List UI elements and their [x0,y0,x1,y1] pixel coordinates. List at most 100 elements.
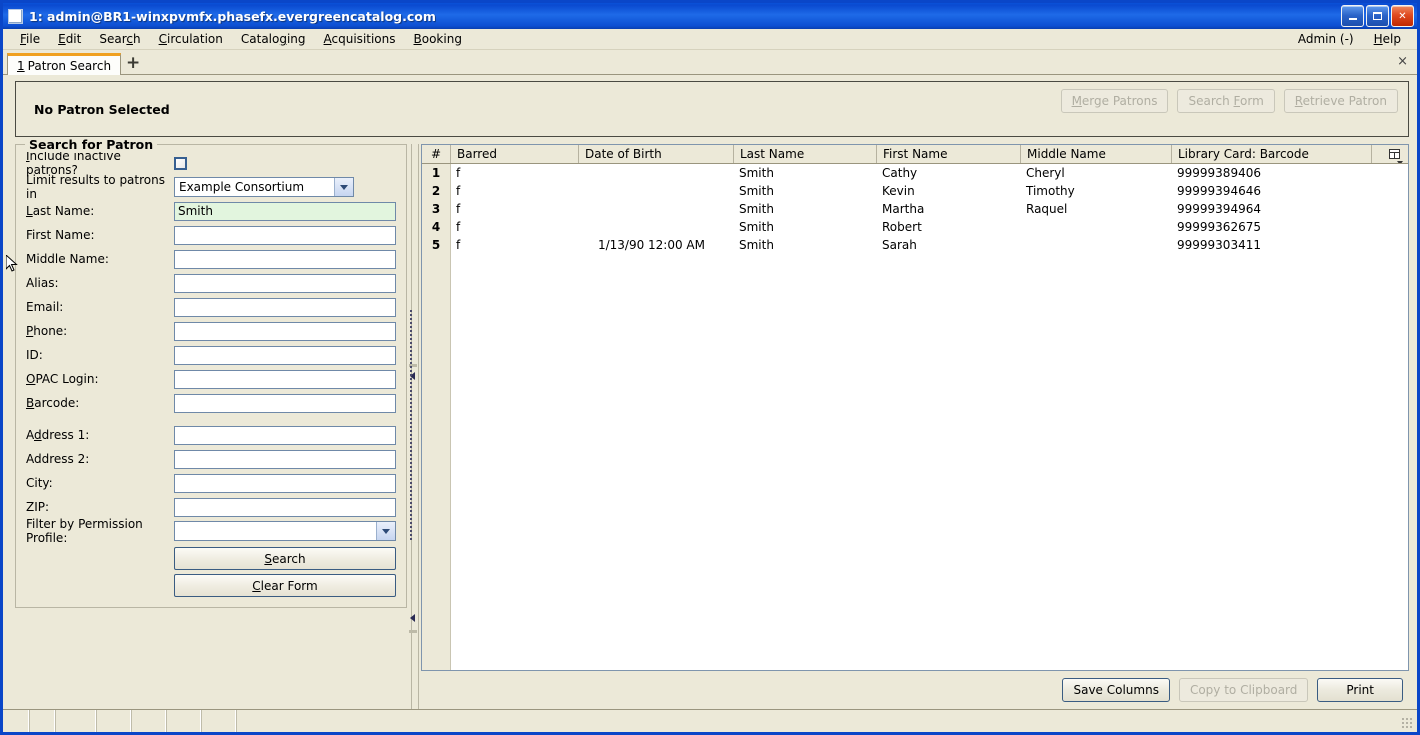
maximize-button[interactable] [1366,5,1389,27]
status-cell-6 [166,710,201,732]
opac-login-label: OPAC Login: [26,372,99,386]
splitter-nub-bottom [409,630,417,633]
retrieve-patron-button[interactable]: Retrieve Patron [1283,89,1398,113]
search-for-patron-fieldset: Search for Patron Include inactive patro… [15,137,407,608]
cell-num: 2 [431,184,441,198]
menu-circulation[interactable]: Circulation [150,30,232,48]
resize-grip[interactable] [1401,717,1414,730]
print-button[interactable]: Print [1317,678,1403,702]
menu-cataloging[interactable]: Cataloging [232,30,315,48]
new-tab-button[interactable]: + [121,52,145,74]
last-name-row: Last Name: [26,199,396,223]
cell-barred: f [456,184,461,198]
merge-patrons-button[interactable]: Merge Patrons [1060,89,1169,113]
cell-first: Sarah [882,238,917,252]
limit-results-label: Limit results to patrons in [26,173,165,201]
city-input[interactable] [174,473,396,493]
last-name-label: Last Name: [26,204,95,218]
cell-first: Martha [882,202,925,216]
id-input[interactable] [174,345,396,365]
cell-num: 4 [431,220,441,234]
column-header-last-name[interactable]: Last Name [733,145,876,163]
chevron-down-icon [376,522,395,540]
cell-barred: f [456,238,461,252]
splitter-expand-icon[interactable] [410,614,415,622]
permission-profile-select[interactable] [174,521,396,541]
org-unit-select[interactable]: Example Consortium [174,177,354,197]
column-header-barred[interactable]: Barred [450,145,578,163]
address1-input[interactable] [174,425,396,445]
results-grid-body: 1 f Smith Cathy Cheryl 99999389406 2 f Smith Kevi… [422,164,1408,670]
menu-edit[interactable]: Edit [49,30,90,48]
title-bar: 1: admin@BR1-winxpvmfx.phasefx.evergreen… [3,3,1417,29]
status-cell-4 [96,710,131,732]
cell-middle: Cheryl [1026,166,1065,180]
column-header-library-card[interactable]: Library Card: Barcode [1171,145,1371,163]
barcode-input[interactable] [174,393,396,413]
table-row[interactable]: 2 f Smith Kevin Timothy 99999394646 [422,182,1408,200]
panel-splitter[interactable] [407,144,421,709]
status-cell-8 [236,710,1417,732]
table-row[interactable]: 3 f Smith Martha Raquel 99999394964 [422,200,1408,218]
column-picker-icon [1389,149,1400,159]
column-header-num[interactable]: # [422,145,450,163]
barcode-row: Barcode: [26,391,396,415]
address2-row: Address 2: [26,447,396,471]
alias-input[interactable] [174,273,396,293]
application-icon [8,8,23,24]
cell-barcode: 99999394964 [1177,202,1261,216]
cell-last: Smith [739,220,774,234]
zip-label: ZIP: [26,500,50,514]
address2-input[interactable] [174,449,396,469]
search-form-button[interactable]: Search Form [1177,89,1275,113]
splitter-grip[interactable] [410,309,412,540]
address2-label: Address 2: [26,452,90,466]
menu-acquisitions[interactable]: Acquisitions [315,30,405,48]
clear-form-button[interactable]: Clear Form [174,574,396,597]
patron-header-buttons: Merge Patrons Search Form Retrieve Patro… [1060,89,1398,113]
menu-search[interactable]: Search [90,30,149,48]
patron-status-label: No Patron Selected [34,101,170,117]
limit-results-row: Limit results to patrons in Example Cons… [26,173,396,201]
address1-row: Address 1: [26,423,396,447]
middle-name-label: Middle Name: [26,252,109,266]
cell-barcode: 99999389406 [1177,166,1261,180]
zip-input[interactable] [174,497,396,517]
copy-to-clipboard-button[interactable]: Copy to Clipboard [1178,678,1309,702]
email-input[interactable] [174,297,396,317]
column-picker-button[interactable] [1371,145,1408,163]
table-row[interactable]: 4 f Smith Robert 99999362675 [422,218,1408,236]
menu-file[interactable]: File [11,30,49,48]
opac-login-input[interactable] [174,369,396,389]
search-button[interactable]: Search [174,547,396,570]
cell-num: 3 [431,202,441,216]
table-row[interactable]: 1 f Smith Cathy Cheryl 99999389406 [422,164,1408,182]
column-header-dob[interactable]: Date of Birth [578,145,733,163]
last-name-input[interactable] [174,201,396,221]
close-button[interactable]: ✕ [1391,5,1414,27]
middle-name-input[interactable] [174,249,396,269]
menu-booking[interactable]: Booking [405,30,471,48]
status-cell-3 [55,710,96,732]
save-columns-button[interactable]: Save Columns [1062,678,1170,702]
cell-barred: f [456,202,461,216]
first-name-input[interactable] [174,225,396,245]
column-header-first-name[interactable]: First Name [876,145,1020,163]
zip-row: ZIP: [26,495,396,519]
menu-admin[interactable]: Admin (-) [1288,30,1364,48]
search-panel: Search for Patron Include inactive patro… [15,137,407,709]
include-inactive-checkbox[interactable] [174,156,187,170]
menu-help[interactable]: Help [1364,30,1411,48]
minimize-button[interactable] [1341,5,1364,27]
tab-patron-search[interactable]: 1 Patron Search [7,53,122,75]
column-header-middle-name[interactable]: Middle Name [1020,145,1171,163]
cell-barcode: 99999394646 [1177,184,1261,198]
table-row[interactable]: 5 f 1/13/90 12:00 AM Smith Sarah 99999303411 [422,236,1408,254]
id-label: ID: [26,348,43,362]
permission-profile-row: Filter by Permission Profile: [26,517,396,545]
email-label: Email: [26,300,64,314]
close-tab-button[interactable]: × [1397,54,1408,69]
cell-dob: 1/13/90 12:00 AM [597,238,705,252]
phone-input[interactable] [174,321,396,341]
status-cell-7 [201,710,236,732]
